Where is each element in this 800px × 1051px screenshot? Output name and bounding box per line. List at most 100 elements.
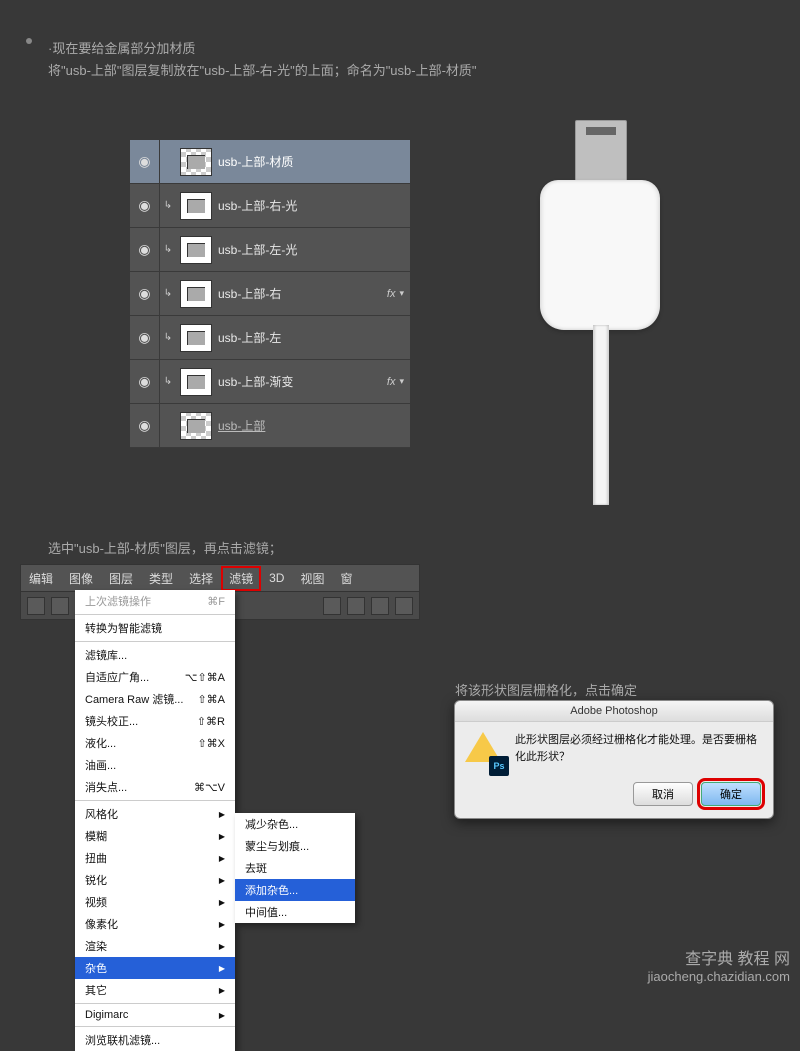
- bullet-dot: [26, 38, 32, 44]
- menu-item[interactable]: 渲染▶: [75, 935, 235, 957]
- menu-item[interactable]: 浏览联机滤镜...: [75, 1029, 235, 1051]
- menu-item[interactable]: 图层: [101, 570, 141, 587]
- usb-cord: [593, 325, 609, 505]
- menu-item[interactable]: Camera Raw 滤镜...⇧⌘A: [75, 688, 235, 710]
- layer-row[interactable]: ◉ ↳ usb-上部-右 fx▾: [130, 272, 410, 316]
- submenu-item[interactable]: 减少杂色...: [235, 813, 355, 835]
- ok-button[interactable]: 确定: [701, 782, 761, 806]
- tool-icon[interactable]: [371, 597, 389, 615]
- instruction-text-4: 将该形状图层栅格化，点击确定: [455, 680, 637, 699]
- submenu-item[interactable]: 中间值...: [235, 901, 355, 923]
- visibility-icon[interactable]: ◉: [130, 316, 160, 360]
- menu-item[interactable]: 类型: [141, 570, 181, 587]
- layer-name: usb-上部-渐变: [218, 373, 387, 390]
- layer-name: usb-上部-右-光: [218, 197, 410, 214]
- menu-item[interactable]: 滤镜: [221, 566, 261, 591]
- menu-row: 编辑图像图层类型选择滤镜3D视图窗: [21, 565, 419, 591]
- layer-thumb: [180, 148, 212, 176]
- menu-item[interactable]: 扭曲▶: [75, 847, 235, 869]
- link-icon: ↳: [160, 288, 176, 299]
- menu-item: 上次滤镜操作⌘F: [75, 590, 235, 612]
- dialog-title: Adobe Photoshop: [455, 701, 773, 722]
- usb-body: [540, 180, 660, 330]
- menu-item[interactable]: 选择: [181, 570, 221, 587]
- watermark-sub: jiaocheng.chazidian.com: [648, 969, 790, 984]
- fx-label: fx: [387, 376, 396, 388]
- menu-item[interactable]: 图像: [61, 570, 101, 587]
- submenu-item[interactable]: 添加杂色...: [235, 879, 355, 901]
- menu-item[interactable]: Digimarc▶: [75, 1006, 235, 1024]
- dialog-body: Ps 此形状图层必须经过栅格化才能处理。是否要栅格化此形状？: [455, 722, 773, 782]
- layer-row[interactable]: ◉ ↳ usb-上部-右-光: [130, 184, 410, 228]
- menu-item[interactable]: 编辑: [21, 570, 61, 587]
- menu-item[interactable]: 镜头校正...⇧⌘R: [75, 710, 235, 732]
- tool-icon[interactable]: [323, 597, 341, 615]
- layer-thumb: [180, 412, 212, 440]
- menu-item[interactable]: 消失点...⌘⌥V: [75, 776, 235, 798]
- menu-item[interactable]: 锐化▶: [75, 869, 235, 891]
- layer-row[interactable]: ◉ ↳ usb-上部-左: [130, 316, 410, 360]
- menu-item[interactable]: 3D: [261, 571, 292, 585]
- menu-item[interactable]: 油画...: [75, 754, 235, 776]
- menu-item[interactable]: 模糊▶: [75, 825, 235, 847]
- tool-icon[interactable]: [347, 597, 365, 615]
- menu-item[interactable]: 其它▶: [75, 979, 235, 1001]
- layer-row[interactable]: ◉ usb-上部: [130, 404, 410, 448]
- ps-icon: Ps: [489, 756, 509, 776]
- fx-label: fx: [387, 288, 396, 300]
- layer-name: usb-上部-左-光: [218, 241, 410, 258]
- menu-item[interactable]: 风格化▶: [75, 803, 235, 825]
- dialog-buttons: 取消 确定: [455, 782, 773, 818]
- tool-icon[interactable]: [27, 597, 45, 615]
- rasterize-dialog: Adobe Photoshop Ps 此形状图层必须经过栅格化才能处理。是否要栅…: [454, 700, 774, 819]
- link-icon: ↳: [160, 200, 176, 211]
- link-icon: ↳: [160, 332, 176, 343]
- dialog-message: 此形状图层必须经过栅格化才能处理。是否要栅格化此形状？: [515, 732, 763, 765]
- visibility-icon[interactable]: ◉: [130, 228, 160, 272]
- layer-row[interactable]: ◉ ↳ usb-上部-左-光: [130, 228, 410, 272]
- visibility-icon[interactable]: ◉: [130, 272, 160, 316]
- instruction-text-3: 选中"usb-上部-材质"图层，再点击滤镜；: [48, 538, 282, 557]
- layer-name: usb-上部-材质: [218, 153, 410, 170]
- layer-name: usb-上部-右: [218, 285, 387, 302]
- fx-caret-icon[interactable]: ▾: [399, 376, 404, 387]
- menu-item[interactable]: 窗: [332, 570, 360, 587]
- cancel-button[interactable]: 取消: [633, 782, 693, 806]
- watermark-main: 查字典 教程 网: [648, 945, 790, 969]
- visibility-icon[interactable]: ◉: [130, 184, 160, 228]
- layer-name: usb-上部-左: [218, 329, 410, 346]
- layer-thumb: [180, 324, 212, 352]
- layer-thumb: [180, 192, 212, 220]
- layer-row[interactable]: ◉ ↳ usb-上部-渐变 fx▾: [130, 360, 410, 404]
- tool-icon[interactable]: [395, 597, 413, 615]
- menu-item[interactable]: 滤镜库...: [75, 644, 235, 666]
- menu-item[interactable]: 杂色▶: [75, 957, 235, 979]
- layer-name: usb-上部: [218, 417, 410, 434]
- submenu-item[interactable]: 蒙尘与划痕...: [235, 835, 355, 857]
- instruction-text-2: 将"usb-上部"图层复制放在"usb-上部-右-光"的上面；命名为"usb-上…: [48, 60, 477, 79]
- menu-item[interactable]: 自适应广角...⌥⇧⌘A: [75, 666, 235, 688]
- watermark: 查字典 教程 网 jiaocheng.chazidian.com: [648, 945, 790, 984]
- visibility-icon[interactable]: ◉: [130, 140, 160, 184]
- visibility-icon[interactable]: ◉: [130, 404, 160, 448]
- layers-panel: ◉ usb-上部-材质 ◉ ↳ usb-上部-右-光 ◉ ↳ usb-上部-左-…: [130, 140, 410, 448]
- fx-caret-icon[interactable]: ▾: [399, 288, 404, 299]
- menu-item[interactable]: 视频▶: [75, 891, 235, 913]
- submenu-item[interactable]: 去斑: [235, 857, 355, 879]
- tool-icon[interactable]: [51, 597, 69, 615]
- warning-icon: Ps: [465, 732, 505, 772]
- menu-item[interactable]: 视图: [292, 570, 332, 587]
- link-icon: ↳: [160, 376, 176, 387]
- layer-thumb: [180, 368, 212, 396]
- instruction-text-1: ·现在要给金属部分加材质: [48, 38, 195, 57]
- filter-dropdown: 上次滤镜操作⌘F 转换为智能滤镜滤镜库...自适应广角...⌥⇧⌘ACamera …: [75, 590, 235, 1051]
- menu-item[interactable]: 像素化▶: [75, 913, 235, 935]
- layer-thumb: [180, 280, 212, 308]
- layer-row[interactable]: ◉ usb-上部-材质: [130, 140, 410, 184]
- visibility-icon[interactable]: ◉: [130, 360, 160, 404]
- menu-item[interactable]: 液化...⇧⌘X: [75, 732, 235, 754]
- noise-submenu: 减少杂色...蒙尘与划痕...去斑添加杂色...中间值...: [235, 813, 355, 923]
- menu-item[interactable]: 转换为智能滤镜: [75, 617, 235, 639]
- layer-thumb: [180, 236, 212, 264]
- link-icon: ↳: [160, 244, 176, 255]
